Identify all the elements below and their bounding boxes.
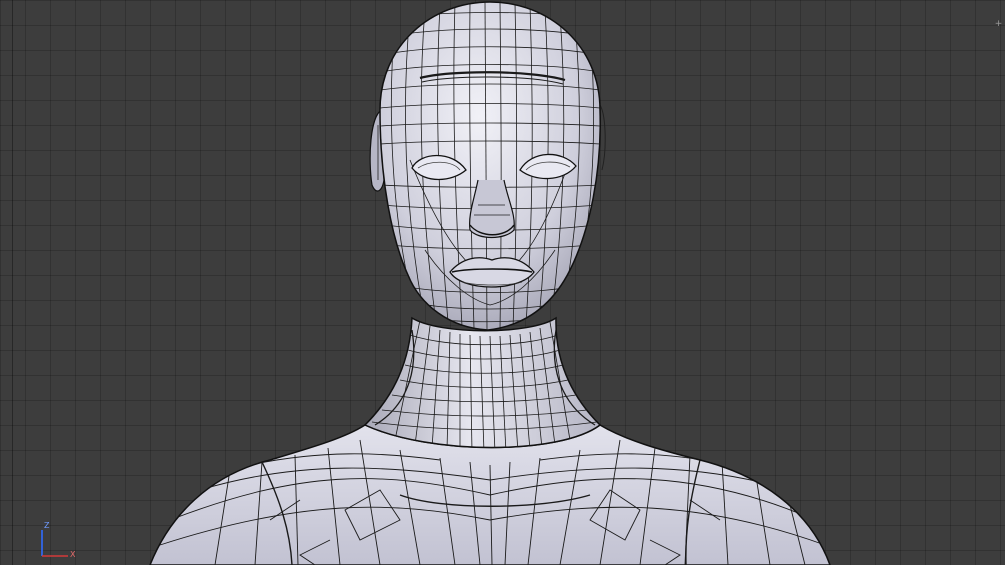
neck	[363, 316, 602, 449]
x-axis-label: X	[70, 550, 76, 559]
axis-gizmo: Z X	[36, 520, 80, 562]
3d-viewport[interactable]: + Z X	[0, 0, 1005, 565]
z-axis-label: Z	[44, 521, 50, 530]
character-mesh[interactable]	[0, 0, 1005, 565]
head	[369, 1, 606, 331]
viewport-corner-handle[interactable]: +	[994, 20, 1003, 29]
plus-icon: +	[994, 19, 1003, 29]
